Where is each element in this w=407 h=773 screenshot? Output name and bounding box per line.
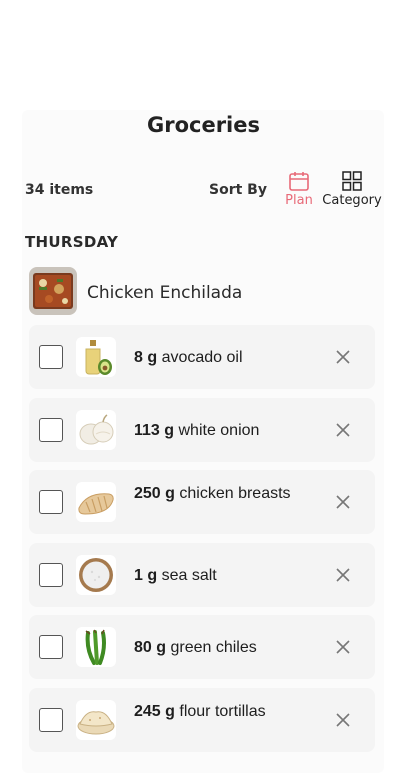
close-icon[interactable] [335,712,351,728]
sort-by-label: Sort By [209,182,267,198]
avocado-oil-icon [76,337,116,377]
item-text: 8 g avocado oil [134,349,243,366]
chicken-icon [76,482,116,522]
list-item: 1 g sea salt [29,543,375,607]
day-heading: THURSDAY [25,233,119,251]
close-icon[interactable] [335,349,351,365]
item-checkbox[interactable] [39,490,63,514]
close-icon[interactable] [335,494,351,510]
page-title: Groceries [146,113,260,137]
item-checkbox[interactable] [39,708,63,732]
list-item: 113 g white onion [29,398,375,462]
close-icon[interactable] [335,639,351,655]
item-text: 113 g white onion [134,422,260,439]
item-checkbox[interactable] [39,635,63,659]
list-item: 8 g avocado oil [29,325,375,389]
onion-icon [76,410,116,450]
close-icon[interactable] [335,422,351,438]
recipe-name[interactable]: Chicken Enchilada [87,283,242,303]
sort-category-button[interactable]: Category [322,170,382,208]
tortillas-icon [76,700,116,740]
item-text: 245 g flour tortillas [134,703,266,720]
chiles-icon [76,627,116,667]
item-count: 34 items [25,182,94,198]
sort-category-label: Category [322,193,382,208]
item-text: 1 g sea salt [134,567,217,584]
list-item: 250 g chicken breasts [29,470,375,534]
calendar-icon [289,172,309,191]
item-checkbox[interactable] [39,345,63,369]
close-icon[interactable] [335,567,351,583]
list-item: 245 g flour tortillas [29,688,375,752]
item-checkbox[interactable] [39,418,63,442]
item-text: 250 g chicken breasts [134,485,291,502]
sort-plan-label: Plan [285,193,313,208]
grid-icon [342,171,362,191]
sort-plan-button[interactable]: Plan [282,170,316,208]
salt-icon [76,555,116,595]
recipe-image[interactable] [29,267,77,315]
list-item: 80 g green chiles [29,615,375,679]
item-text: 80 g green chiles [134,639,257,656]
item-checkbox[interactable] [39,563,63,587]
